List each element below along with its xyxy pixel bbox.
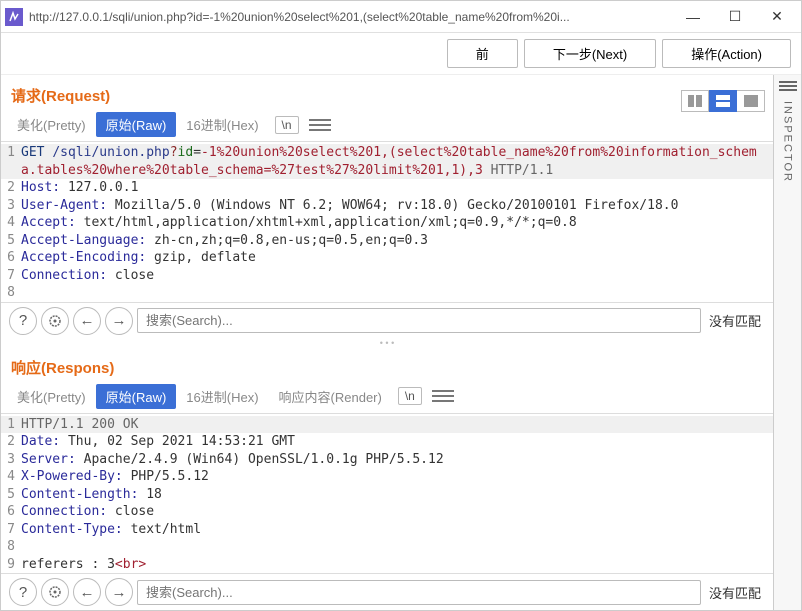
response-search-input[interactable] (137, 580, 701, 605)
next-match-icon[interactable]: → (105, 578, 133, 606)
main: 请求(Request) 美化(Pretty) 原始(Raw) 16进制(Hex)… (1, 75, 801, 610)
response-tabs: 美化(Pretty) 原始(Raw) 16进制(Hex) 响应内容(Render… (1, 384, 773, 413)
menu-icon[interactable] (432, 387, 454, 405)
response-no-match: 没有匹配 (705, 583, 765, 602)
inspector-sidebar[interactable]: INSPECTOR (773, 75, 801, 610)
response-search-row: ? ← → 没有匹配 (1, 573, 773, 610)
view-rows-icon[interactable] (709, 90, 737, 112)
tab-render[interactable]: 响应内容(Render) (269, 384, 392, 409)
next-match-icon[interactable]: → (105, 307, 133, 335)
http-method: GET (21, 145, 52, 160)
newline-toggle[interactable]: \n (398, 387, 422, 405)
response-body[interactable]: 1HTTP/1.1 200 OK 2Date: Thu, 02 Sep 2021… (1, 413, 773, 574)
next-button[interactable]: 下一步(Next) (524, 39, 656, 68)
tab-hex[interactable]: 16进制(Hex) (176, 384, 268, 409)
window-controls: — ☐ ✕ (673, 3, 797, 31)
request-no-match: 没有匹配 (705, 311, 765, 330)
help-icon[interactable]: ? (9, 307, 37, 335)
prev-match-icon[interactable]: ← (73, 307, 101, 335)
maximize-button[interactable]: ☐ (715, 3, 755, 31)
view-toggle (681, 90, 765, 112)
inspector-label: INSPECTOR (782, 101, 794, 183)
action-bar: 前 下一步(Next) 操作(Action) (1, 33, 801, 75)
view-single-icon[interactable] (737, 90, 765, 112)
status-line: HTTP/1.1 200 OK (21, 417, 138, 432)
tab-pretty[interactable]: 美化(Pretty) (7, 384, 96, 409)
minimize-button[interactable]: — (673, 3, 713, 31)
prev-button[interactable]: 前 (447, 39, 518, 68)
window-title: http://127.0.0.1/sqli/union.php?id=-1%20… (29, 10, 673, 24)
gear-icon[interactable] (41, 307, 69, 335)
request-title: 请求(Request) (1, 75, 120, 112)
action-button[interactable]: 操作(Action) (662, 39, 791, 68)
sidebar-menu-icon[interactable] (779, 81, 797, 93)
close-button[interactable]: ✕ (757, 3, 797, 31)
response-panel: 响应(Respons) 美化(Pretty) 原始(Raw) 16进制(Hex)… (1, 347, 773, 611)
prev-match-icon[interactable]: ← (73, 578, 101, 606)
tab-raw[interactable]: 原始(Raw) (96, 112, 177, 137)
panel-divider[interactable]: • • • (1, 339, 773, 347)
content: 请求(Request) 美化(Pretty) 原始(Raw) 16进制(Hex)… (1, 75, 773, 610)
help-icon[interactable]: ? (9, 578, 37, 606)
request-tabs: 美化(Pretty) 原始(Raw) 16进制(Hex) \n (1, 112, 773, 141)
titlebar: http://127.0.0.1/sqli/union.php?id=-1%20… (1, 1, 801, 33)
request-search-row: ? ← → 没有匹配 (1, 302, 773, 339)
tab-raw[interactable]: 原始(Raw) (96, 384, 177, 409)
tab-pretty[interactable]: 美化(Pretty) (7, 112, 96, 137)
app-icon (5, 8, 23, 26)
tab-hex[interactable]: 16进制(Hex) (176, 112, 268, 137)
request-search-input[interactable] (137, 308, 701, 333)
newline-toggle[interactable]: \n (275, 116, 299, 134)
view-columns-icon[interactable] (681, 90, 709, 112)
request-panel: 请求(Request) 美化(Pretty) 原始(Raw) 16进制(Hex)… (1, 75, 773, 339)
http-path: /sqli/union.php (52, 145, 169, 160)
gear-icon[interactable] (41, 578, 69, 606)
response-title: 响应(Respons) (1, 347, 773, 384)
menu-icon[interactable] (309, 116, 331, 134)
request-body[interactable]: 1GET /sqli/union.php?id=-1%20union%20sel… (1, 141, 773, 302)
